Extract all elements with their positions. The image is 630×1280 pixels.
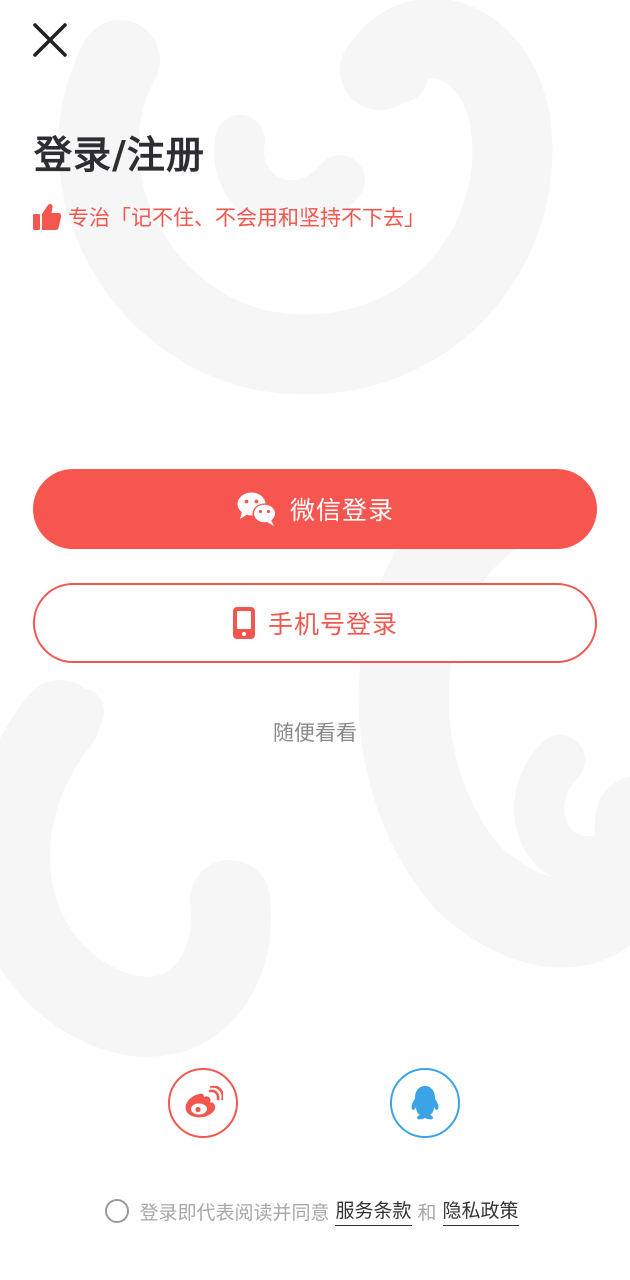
- privacy-link[interactable]: 隐私政策: [442, 1196, 519, 1226]
- qq-login-button[interactable]: [390, 1068, 460, 1138]
- slogan-text: 专治「记不住、不会用和坚持不下去」: [68, 206, 425, 230]
- slogan: 专治「记不住、不会用和坚持不下去」: [32, 200, 425, 234]
- thumbs-up-icon: [33, 203, 62, 230]
- page-title: 登录/注册: [34, 133, 205, 177]
- agreement-and: 和: [417, 1201, 437, 1224]
- close-button[interactable]: [28, 18, 72, 62]
- agreement-text: 登录即代表阅读并同意: [139, 1201, 330, 1224]
- phone-login-label: 手机号登录: [267, 610, 398, 639]
- phone-icon: [232, 607, 255, 639]
- wechat-login-button[interactable]: 微信登录: [33, 469, 597, 549]
- browse-link[interactable]: 随便看看: [0, 717, 630, 747]
- close-icon: [33, 23, 67, 57]
- phone-login-button[interactable]: 手机号登录: [33, 583, 597, 663]
- terms-link[interactable]: 服务条款: [335, 1196, 412, 1226]
- wechat-login-label: 微信登录: [289, 496, 394, 525]
- weibo-icon: [185, 1086, 223, 1118]
- qq-icon: [411, 1086, 439, 1120]
- agree-checkbox[interactable]: [105, 1199, 130, 1223]
- weibo-login-button[interactable]: [168, 1068, 238, 1138]
- agreement-row: 登录即代表阅读并同意 服务条款 和 隐私政策: [0, 1196, 630, 1226]
- wechat-icon: [237, 492, 277, 526]
